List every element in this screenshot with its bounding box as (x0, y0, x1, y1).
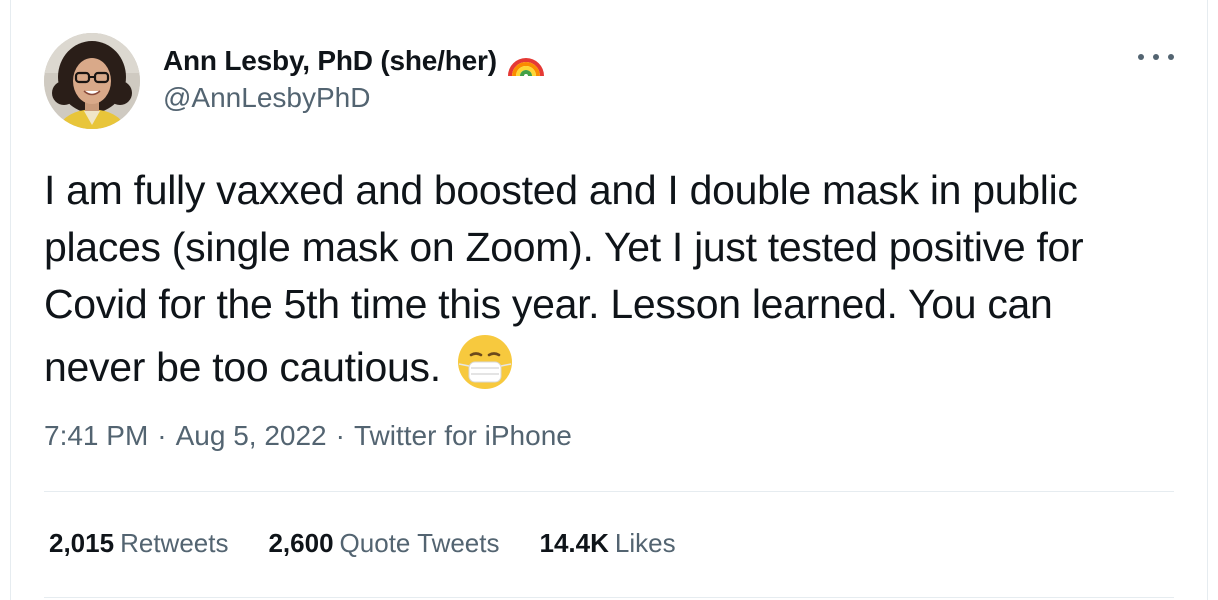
author-block: Ann Lesby, PhD (she/her) @AnnLesbyPhD (163, 42, 545, 114)
rainbow-icon (507, 44, 545, 78)
avatar[interactable] (44, 33, 140, 129)
tweet-stats: 2,015 Retweets 2,600 Quote Tweets 14.4K Lik… (49, 528, 716, 559)
likes-label: Likes (614, 528, 676, 558)
likes-count: 14.4K (539, 528, 609, 558)
more-options-icon[interactable] (1138, 45, 1174, 69)
tweet-text-body: I am fully vaxxed and boosted and I doub… (44, 167, 1084, 390)
more-dot (1168, 54, 1174, 60)
user-handle[interactable]: @AnnLesbyPhD (163, 82, 545, 114)
tweet-source[interactable]: Twitter for iPhone (354, 420, 572, 452)
more-dot (1153, 54, 1159, 60)
tweet-card: Ann Lesby, PhD (she/her) @AnnLesbyPhD I … (11, 0, 1207, 600)
divider (44, 491, 1174, 492)
more-dot (1138, 54, 1144, 60)
retweets-stat[interactable]: 2,015 Retweets (49, 528, 228, 559)
tweet-date[interactable]: Aug 5, 2022 (176, 420, 327, 452)
tweet-text: I am fully vaxxed and boosted and I doub… (44, 162, 1164, 396)
retweets-label: Retweets (120, 528, 229, 558)
tweet-time[interactable]: 7:41 PM (44, 420, 148, 452)
quote-tweets-count: 2,600 (268, 528, 334, 558)
display-name[interactable]: Ann Lesby, PhD (she/her) (163, 45, 497, 77)
likes-stat[interactable]: 14.4K Likes (540, 528, 676, 559)
frame-border-right (1207, 0, 1208, 600)
meta-separator: · (157, 420, 167, 451)
face-with-medical-mask-icon (456, 333, 514, 391)
avatar-photo-icon (44, 33, 140, 129)
divider (44, 597, 1174, 598)
meta-separator: · (335, 420, 345, 451)
quote-tweets-label: Quote Tweets (339, 528, 500, 558)
quote-tweets-stat[interactable]: 2,600 Quote Tweets (268, 528, 499, 559)
tweet-meta: 7:41 PM · Aug 5, 2022 · Twitter for iPho… (44, 420, 572, 452)
retweets-count: 2,015 (49, 528, 115, 558)
name-row: Ann Lesby, PhD (she/her) (163, 42, 545, 80)
